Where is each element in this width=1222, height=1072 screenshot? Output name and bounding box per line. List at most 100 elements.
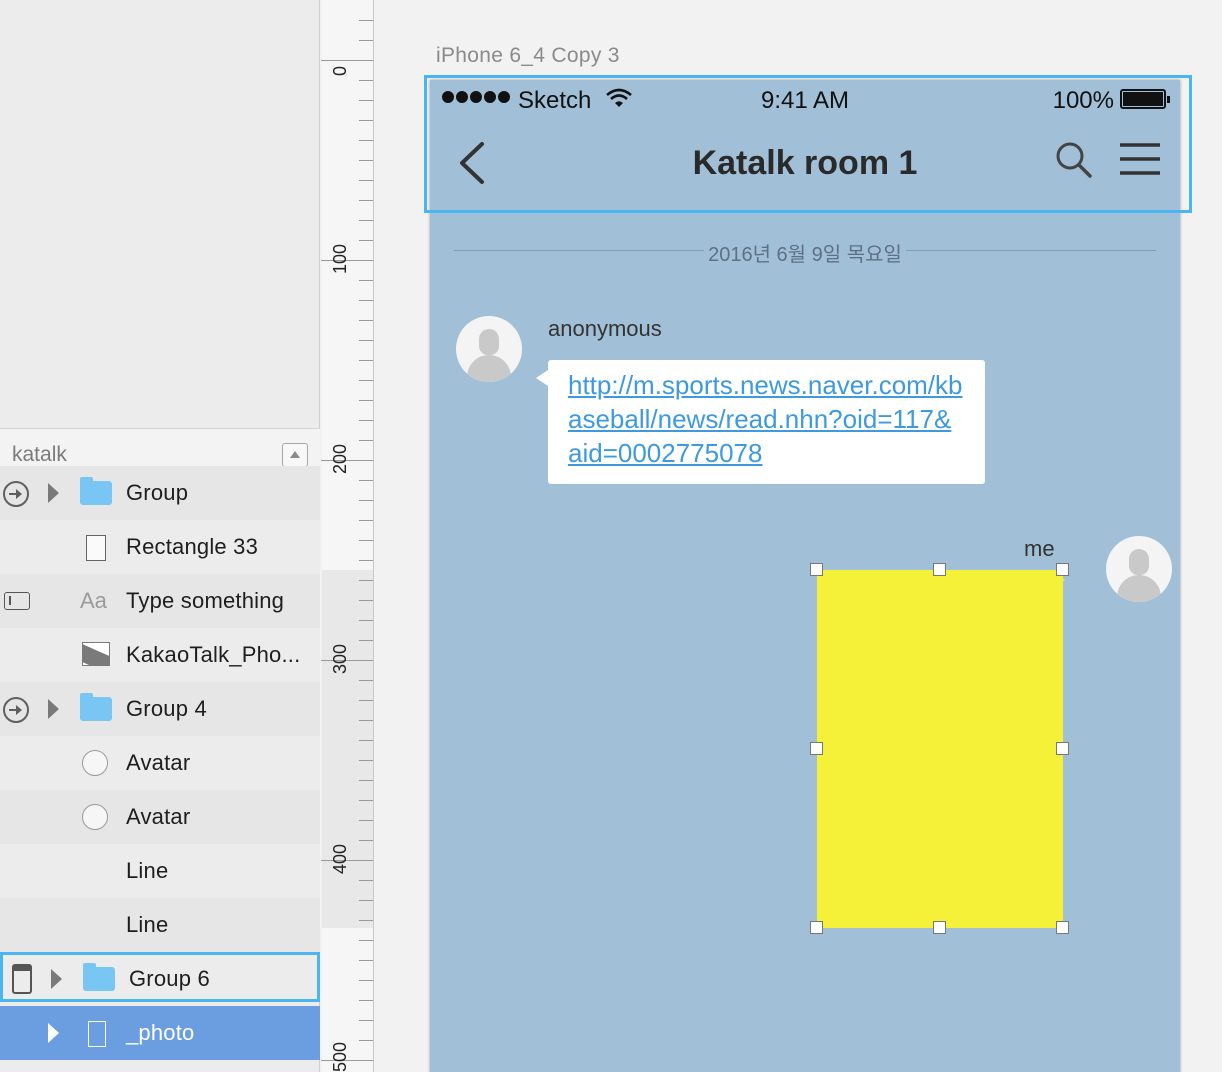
ruler-tick	[359, 200, 373, 201]
resize-handle-bottom[interactable]	[933, 921, 946, 934]
ruler-tick	[359, 160, 373, 161]
ruler-label: 0	[330, 65, 350, 76]
ruler-tick	[359, 640, 373, 641]
ruler-tick	[359, 560, 373, 561]
ruler-tick	[359, 780, 373, 781]
ruler-tick	[359, 300, 373, 301]
resize-handle-top-left[interactable]	[810, 563, 823, 576]
photo-placeholder[interactable]	[817, 570, 1063, 928]
ruler-tick	[359, 480, 373, 481]
ruler-tick	[359, 980, 373, 981]
ruler-tick	[359, 340, 373, 341]
ruler-label: 200	[330, 443, 350, 474]
page-title: katalk	[12, 443, 67, 466]
ruler-label: 500	[330, 1041, 350, 1072]
layer-row-photo[interactable]: _photo	[0, 1006, 320, 1060]
ruler-tick	[359, 900, 373, 901]
ruler-tick	[359, 720, 373, 721]
text-layer-icon: Aa	[80, 588, 107, 613]
ruler-selection-range	[322, 570, 373, 928]
status-bar: Sketch 9:41 AM 100%	[430, 80, 1180, 122]
layer-label: Group 6	[129, 966, 210, 991]
artboard-name[interactable]: iPhone 6_4 Copy 3	[436, 44, 620, 68]
battery-icon	[1120, 89, 1170, 109]
rectangle-icon	[86, 535, 106, 561]
search-icon[interactable]	[1054, 140, 1094, 180]
layer-row-avatar[interactable]: Avatar	[0, 790, 320, 844]
ruler-tick	[359, 700, 373, 701]
ruler-tick	[359, 600, 373, 601]
layer-label: Type something	[126, 588, 285, 613]
layers-panel: katalk Group Rectangle 33 Aa Type someth…	[0, 0, 320, 1072]
layer-row-line[interactable]: Line	[0, 898, 320, 952]
image-layer-icon	[82, 642, 110, 666]
ruler-tick	[359, 280, 373, 281]
ruler-tick	[359, 520, 373, 521]
message-link[interactable]: http://m.sports.news.naver.com/kbaseball…	[568, 368, 965, 470]
layer-label: KakaoTalk_Pho...	[126, 642, 301, 667]
symbol-arrow-icon	[3, 697, 29, 723]
disclosure-triangle-icon[interactable]	[48, 699, 59, 719]
ruler-tick	[359, 40, 373, 41]
ruler-tick	[359, 440, 373, 441]
layer-row-group-4[interactable]: Group 4	[0, 682, 320, 736]
ruler-tick	[359, 880, 373, 881]
ruler-tick	[359, 1020, 373, 1021]
vertical-ruler[interactable]: 0 100 200 300 400 500	[321, 0, 374, 1072]
collapse-button[interactable]	[282, 443, 308, 467]
device-icon	[12, 964, 32, 994]
disclosure-triangle-icon[interactable]	[48, 483, 59, 503]
textfield-icon	[4, 592, 30, 610]
oval-icon	[82, 804, 108, 830]
folder-icon	[83, 963, 115, 991]
ruler-tick	[359, 120, 373, 121]
ruler-label: 400	[330, 843, 350, 874]
layer-label: Group	[126, 480, 189, 505]
ruler-tick	[359, 80, 373, 81]
ruler-tick	[359, 20, 373, 21]
date-divider: 2016년 6월 9일 목요일	[454, 238, 1156, 267]
resize-handle-right[interactable]	[1056, 742, 1069, 755]
ruler-tick	[359, 400, 373, 401]
resize-handle-top-right[interactable]	[1056, 563, 1069, 576]
ruler-tick	[359, 220, 373, 221]
avatar[interactable]	[456, 316, 522, 382]
disclosure-triangle-icon[interactable]	[48, 1023, 59, 1043]
layer-row-line[interactable]: Line	[0, 844, 320, 898]
layer-label: Avatar	[126, 804, 191, 829]
ruler-tick	[359, 1040, 373, 1041]
avatar-body	[1117, 575, 1161, 602]
hamburger-menu-icon[interactable]	[1120, 142, 1160, 176]
layer-label: Rectangle 33	[126, 534, 259, 559]
avatar[interactable]	[1106, 536, 1172, 602]
ruler-tick	[359, 680, 373, 681]
oval-icon	[82, 750, 108, 776]
ruler-tick	[359, 820, 373, 821]
layer-label: Line	[126, 858, 169, 883]
folder-icon	[80, 693, 112, 721]
date-label-wrapper: 2016년 6월 9일 목요일	[454, 238, 1156, 267]
ruler-tick	[359, 940, 373, 941]
ruler-tick	[359, 580, 373, 581]
ruler-tick	[359, 540, 373, 541]
ruler-tick	[359, 420, 373, 421]
layer-row-type-something[interactable]: Aa Type something	[0, 574, 320, 628]
resize-handle-top[interactable]	[933, 563, 946, 576]
avatar-body	[467, 355, 511, 382]
layer-row-avatar[interactable]: Avatar	[0, 736, 320, 790]
artboard[interactable]: Sketch 9:41 AM 100% Katalk room 1 2016년 …	[430, 80, 1180, 1072]
layer-row-rectangle-33[interactable]: Rectangle 33	[0, 520, 320, 574]
ruler-tick	[359, 140, 373, 141]
layer-row-group-6[interactable]: Group 6	[0, 952, 320, 1002]
resize-handle-bottom-right[interactable]	[1056, 921, 1069, 934]
layer-row-group[interactable]: Group	[0, 466, 320, 520]
battery-percent: 100%	[1052, 87, 1114, 114]
resize-handle-bottom-left[interactable]	[810, 921, 823, 934]
resize-handle-left[interactable]	[810, 742, 823, 755]
ruler-tick	[359, 760, 373, 761]
ruler-tick	[359, 240, 373, 241]
layer-label: Group 4	[126, 696, 207, 721]
disclosure-triangle-icon[interactable]	[51, 969, 62, 989]
layer-row-kakaotalk-photo[interactable]: KakaoTalk_Pho...	[0, 628, 320, 682]
ruler-label: 100	[330, 243, 350, 274]
